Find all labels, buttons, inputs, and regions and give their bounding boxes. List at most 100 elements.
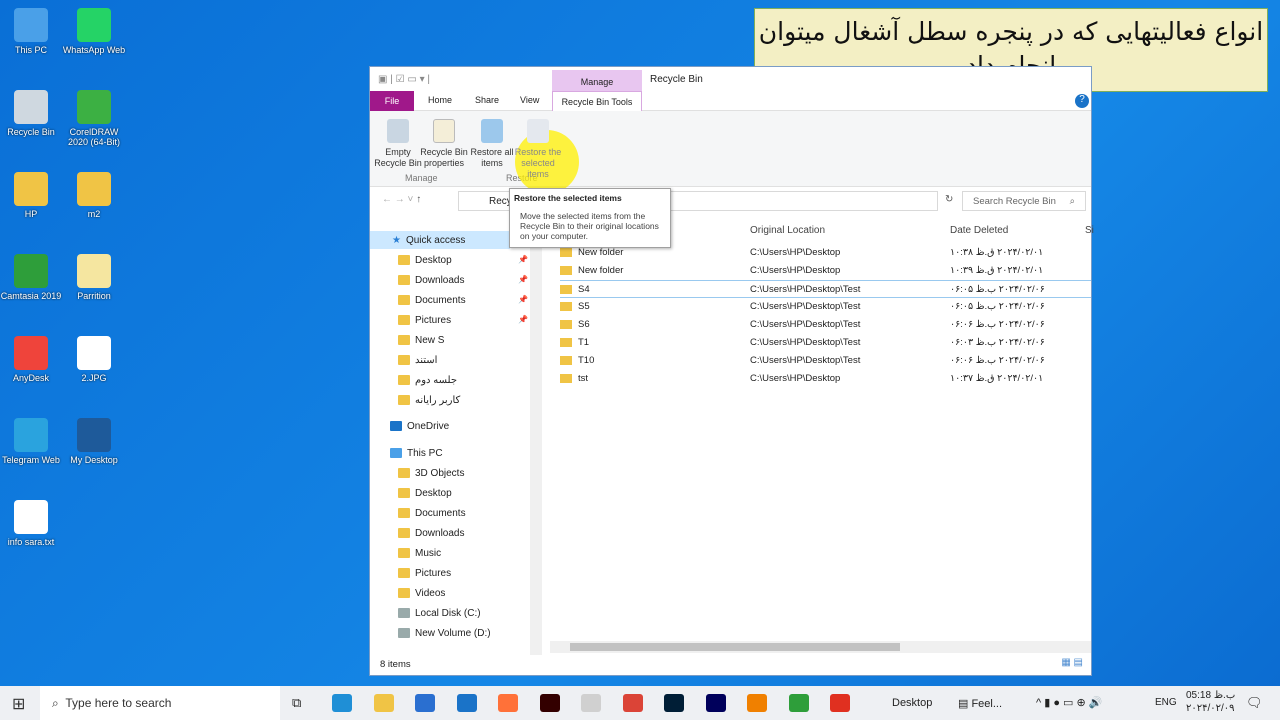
- tab-share[interactable]: Share: [475, 95, 499, 105]
- tray-icons[interactable]: ^ ▮ ● ▭ ⊕ 🔊: [1036, 696, 1102, 709]
- nav-item[interactable]: Desktop: [398, 251, 452, 269]
- nav-item[interactable]: New S: [398, 331, 444, 349]
- taskbar-app-store[interactable]: [415, 694, 435, 712]
- nav-item[interactable]: Desktop: [398, 484, 452, 502]
- desktop-icon-image: [14, 90, 48, 124]
- desktop-icon-image: [77, 172, 111, 206]
- desktop-icon[interactable]: Telegram Web: [0, 418, 63, 465]
- nav-item[interactable]: Music: [398, 544, 441, 562]
- manage-context-tab[interactable]: Manage: [552, 70, 642, 91]
- desktop-icon-image: [14, 172, 48, 206]
- desktop-icon[interactable]: Camtasia 2019: [0, 254, 63, 301]
- taskbar-app-illustrator[interactable]: [539, 694, 560, 712]
- view-toggle-icons[interactable]: ▦ ▤: [1061, 657, 1083, 668]
- show-desktop-label[interactable]: Desktop: [892, 697, 932, 709]
- folder-icon: [398, 568, 410, 578]
- taskbar-app-mail[interactable]: [456, 694, 477, 712]
- nav-item[interactable]: Videos: [398, 584, 445, 602]
- table-row[interactable]: S4 C:\Users\HP\Desktop\Test ۲۰۲۴/۰۲/۰۶ ب.ظ…: [560, 280, 1091, 298]
- nav-quick-access[interactable]: ★ Quick access: [370, 231, 510, 249]
- taskbar-app-premiere[interactable]: [705, 694, 726, 712]
- taskbar-app-photoshop[interactable]: [664, 694, 684, 712]
- restore-all-button[interactable]: Restore all items: [468, 119, 516, 169]
- search-input[interactable]: Search Recycle Bin ⌕: [962, 191, 1086, 211]
- taskbar-app-firefox[interactable]: [498, 694, 518, 712]
- folder-icon: [560, 266, 572, 275]
- nav-item[interactable]: 3D Objects: [398, 464, 464, 482]
- folder-icon: [560, 338, 572, 347]
- nav-buttons[interactable]: ← → ˅ ↑: [382, 194, 421, 205]
- desktop-icon[interactable]: info sara.txt: [0, 500, 63, 547]
- desktop-icon[interactable]: 2.JPG: [62, 336, 126, 383]
- taskbar-app-camtasia[interactable]: [788, 694, 809, 712]
- nav-item[interactable]: جلسه دوم: [398, 371, 457, 389]
- desktop-icon[interactable]: Parrition: [62, 254, 126, 301]
- desktop-icon-image: [77, 8, 111, 42]
- news-widget[interactable]: ▤ Feel...: [958, 697, 1002, 710]
- desktop-icon[interactable]: This PC: [0, 8, 63, 55]
- table-row[interactable]: New folder C:\Users\HP\Desktop ۲۰۲۴/۰۲/۰۱ …: [560, 262, 1091, 280]
- clock[interactable]: 05:18 ب.ظ ۲۰۲۴/۰۲/۰۹: [1186, 689, 1235, 715]
- column-size[interactable]: Si: [1085, 225, 1094, 236]
- folder-icon: [398, 375, 410, 385]
- tab-home[interactable]: Home: [428, 95, 452, 105]
- refresh-icon[interactable]: ↻: [945, 194, 953, 205]
- pin-icon: 📌: [518, 295, 528, 304]
- folder-icon: [560, 374, 572, 383]
- quick-access-toolbar[interactable]: ▣ | ☑ ▭ ▾ |: [378, 74, 430, 85]
- desktop-icon[interactable]: Recycle Bin: [0, 90, 63, 137]
- taskbar-app-paint[interactable]: [581, 694, 601, 712]
- notification-icon[interactable]: 🗨: [1246, 695, 1263, 711]
- taskbar-app-vlc[interactable]: [747, 694, 767, 712]
- nav-item[interactable]: Documents: [398, 291, 466, 309]
- recycle-bin-properties-button[interactable]: Recycle Bin properties: [420, 119, 468, 169]
- nav-item[interactable]: New Volume (D:): [398, 624, 491, 642]
- restore-selected-button[interactable]: Restore the selected items: [514, 119, 562, 180]
- desktop-icon[interactable]: AnyDesk: [0, 336, 63, 383]
- taskbar-app-edge[interactable]: [332, 694, 352, 712]
- desktop-icon[interactable]: m2: [62, 172, 126, 219]
- column-original-location[interactable]: Original Location: [750, 225, 825, 236]
- restore-all-icon: [481, 119, 503, 143]
- nav-item[interactable]: Pictures: [398, 311, 451, 329]
- recycle-bin-icon: [387, 119, 409, 143]
- empty-recycle-bin-button[interactable]: Empty Recycle Bin: [374, 119, 422, 169]
- nav-item[interactable]: Documents: [398, 504, 466, 522]
- nav-item[interactable]: Downloads: [398, 271, 464, 289]
- tab-view[interactable]: View: [520, 95, 539, 105]
- tab-recycle-bin-tools[interactable]: Recycle Bin Tools: [552, 91, 642, 111]
- nav-scrollbar[interactable]: [530, 227, 542, 655]
- desktop-icon[interactable]: HP: [0, 172, 63, 219]
- recycle-bin-window: ▣ | ☑ ▭ ▾ | Manage Recycle Bin File Home…: [369, 66, 1094, 676]
- start-button[interactable]: ⊞: [12, 694, 25, 714]
- tab-file[interactable]: File: [370, 91, 414, 111]
- taskbar-app-camtasia-recorder[interactable]: [830, 694, 850, 712]
- table-row[interactable]: S6 C:\Users\HP\Desktop\Test ۲۰۲۴/۰۲/۰۶ ب.ظ…: [560, 316, 1091, 334]
- table-row[interactable]: S5 C:\Users\HP\Desktop\Test ۲۰۲۴/۰۲/۰۶ ب.ظ…: [560, 298, 1091, 316]
- help-icon[interactable]: ?: [1075, 94, 1089, 108]
- taskbar-app-explorer[interactable]: [373, 694, 394, 712]
- desktop-icon-image: [77, 336, 111, 370]
- address-row: ← → ˅ ↑ Recy ↻ Search Recycle Bin ⌕: [370, 191, 1091, 211]
- nav-item[interactable]: استند: [398, 351, 437, 369]
- nav-onedrive[interactable]: OneDrive: [390, 417, 449, 435]
- nav-item[interactable]: کاربر رایانه: [398, 391, 460, 409]
- desktop-icon[interactable]: CorelDRAW 2020 (64-Bit): [62, 90, 126, 147]
- taskbar-app-chrome[interactable]: [622, 694, 643, 712]
- nav-item[interactable]: Pictures: [398, 564, 451, 582]
- table-row[interactable]: T10 C:\Users\HP\Desktop\Test ۲۰۲۴/۰۲/۰۶ ب.…: [560, 352, 1091, 370]
- desktop-icon-image: [77, 90, 111, 124]
- horizontal-scrollbar[interactable]: [550, 641, 1091, 653]
- taskbar-search[interactable]: ⌕ Type here to search: [40, 686, 280, 720]
- nav-this-pc[interactable]: This PC: [390, 444, 443, 462]
- table-row[interactable]: T1 C:\Users\HP\Desktop\Test ۲۰۲۴/۰۲/۰۶ ب.ظ…: [560, 334, 1091, 352]
- desktop-icon[interactable]: WhatsApp Web: [62, 8, 126, 55]
- language-indicator[interactable]: ENG: [1155, 697, 1177, 708]
- column-date-deleted[interactable]: Date Deleted: [950, 225, 1008, 236]
- nav-item[interactable]: Local Disk (C:): [398, 604, 481, 622]
- desktop-icon[interactable]: My Desktop: [62, 418, 126, 465]
- task-view-icon[interactable]: ⧉: [292, 695, 301, 711]
- pin-icon: 📌: [518, 315, 528, 324]
- table-row[interactable]: tst C:\Users\HP\Desktop ۲۰۲۴/۰۲/۰۱ ق.ظ ۱۰:…: [560, 370, 1091, 388]
- nav-item[interactable]: Downloads: [398, 524, 464, 542]
